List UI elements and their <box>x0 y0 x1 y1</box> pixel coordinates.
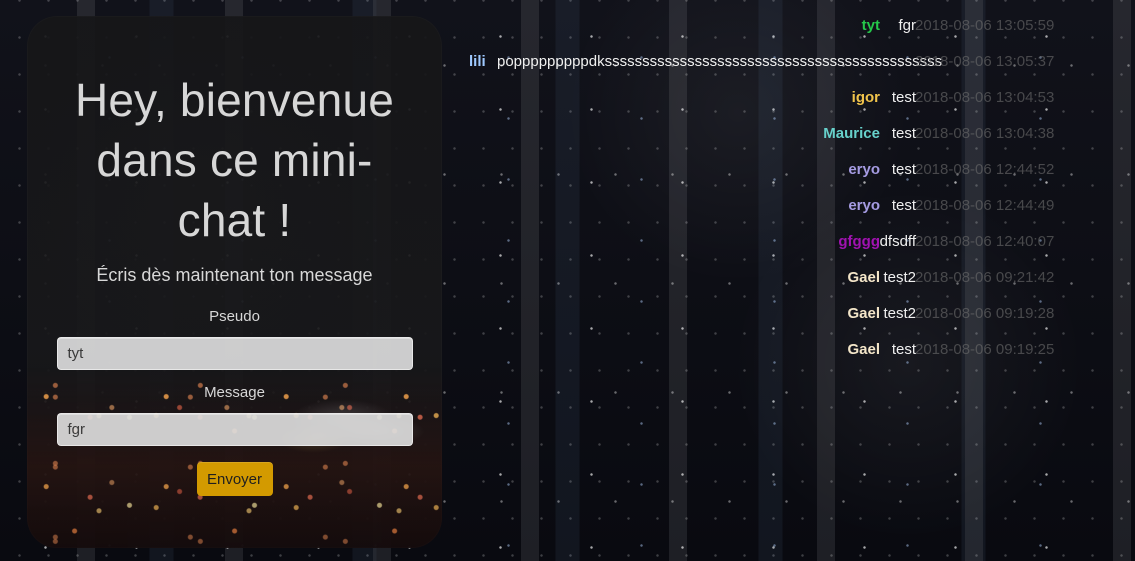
message-row: Gael test 2018-08-06 09:19:25 <box>450 334 1054 370</box>
message-username: Gael <box>847 269 880 286</box>
message-row: Gael test2 2018-08-06 09:19:28 <box>450 298 1054 334</box>
message-label: Message <box>204 384 265 401</box>
message-timestamp: 2018-08-06 13:04:53 <box>915 89 1055 106</box>
message-username: gfggg <box>838 233 880 250</box>
message-username: eryo <box>848 161 880 178</box>
message-text: test <box>891 341 916 358</box>
message-input-value: fgr <box>67 421 86 438</box>
message-row: eryo test 2018-08-06 12:44:52 <box>450 154 1054 190</box>
chat-panel: Hey, bienvenue dans ce mini- chat ! Écri… <box>27 16 442 548</box>
message-timestamp: 2018-08-06 12:44:52 <box>915 161 1055 178</box>
welcome-title: Hey, bienvenue dans ce mini- chat ! <box>55 70 414 250</box>
message-text: test <box>891 197 916 214</box>
message-username: Maurice <box>823 125 880 142</box>
message-timestamp: 2018-08-06 13:05:37 <box>915 53 1055 70</box>
message-timestamp: 2018-08-06 09:19:25 <box>915 341 1055 358</box>
message-timestamp: 2018-08-06 12:40:07 <box>915 233 1055 250</box>
welcome-title-line-3: chat ! <box>177 194 292 246</box>
message-timestamp: 2018-08-06 12:44:49 <box>915 197 1055 214</box>
message-timestamp: 2018-08-06 13:04:38 <box>915 125 1055 142</box>
send-button[interactable]: Envoyer <box>196 462 273 496</box>
message-text: popppppppppdksssssssssssssssssssssssssss… <box>497 53 943 70</box>
pseudo-input[interactable]: tyt <box>56 337 413 370</box>
message-text: dfsdff <box>879 233 916 250</box>
pseudo-input-value: tyt <box>67 345 84 362</box>
message-timestamp: 2018-08-06 13:05:59 <box>915 17 1055 34</box>
message-text: test <box>891 125 916 142</box>
message-username: igor <box>851 89 880 106</box>
message-username: eryo <box>848 197 880 214</box>
message-row: Gael test2 2018-08-06 09:21:42 <box>450 262 1054 298</box>
message-username: tyt <box>861 17 880 34</box>
message-row: lili popppppppppdkssssssssssssssssssssss… <box>450 46 1054 82</box>
welcome-title-line-1: Hey, bienvenue <box>74 74 395 126</box>
message-username: lili <box>469 53 486 70</box>
welcome-subtitle: Écris dès maintenant ton message <box>96 265 373 285</box>
message-list: tyt fgr 2018-08-06 13:05:59 lili poppppp… <box>450 10 1055 370</box>
pseudo-label: Pseudo <box>209 308 260 325</box>
message-timestamp: 2018-08-06 09:19:28 <box>915 305 1055 322</box>
message-username: Gael <box>847 341 880 358</box>
message-username: Gael <box>847 305 880 322</box>
message-row: Maurice test 2018-08-06 13:04:38 <box>450 118 1054 154</box>
message-row: gfggg dfsdff 2018-08-06 12:40:07 <box>450 226 1054 262</box>
app-root: Hey, bienvenue dans ce mini- chat ! Écri… <box>0 0 1135 561</box>
message-row: tyt fgr 2018-08-06 13:05:59 <box>450 10 1055 46</box>
message-row: igor test 2018-08-06 13:04:53 <box>450 82 1055 118</box>
message-text: test <box>891 161 916 178</box>
message-row: eryo test 2018-08-06 12:44:49 <box>450 190 1054 226</box>
message-text: fgr <box>898 17 916 34</box>
message-input[interactable]: fgr <box>56 413 413 446</box>
chat-panel-content: Hey, bienvenue dans ce mini- chat ! Écri… <box>27 16 442 548</box>
message-text: test2 <box>883 305 916 322</box>
welcome-title-line-2: dans ce mini- <box>96 134 373 186</box>
message-text: test <box>891 89 916 106</box>
message-timestamp: 2018-08-06 09:21:42 <box>915 269 1055 286</box>
message-text: test2 <box>883 269 916 286</box>
